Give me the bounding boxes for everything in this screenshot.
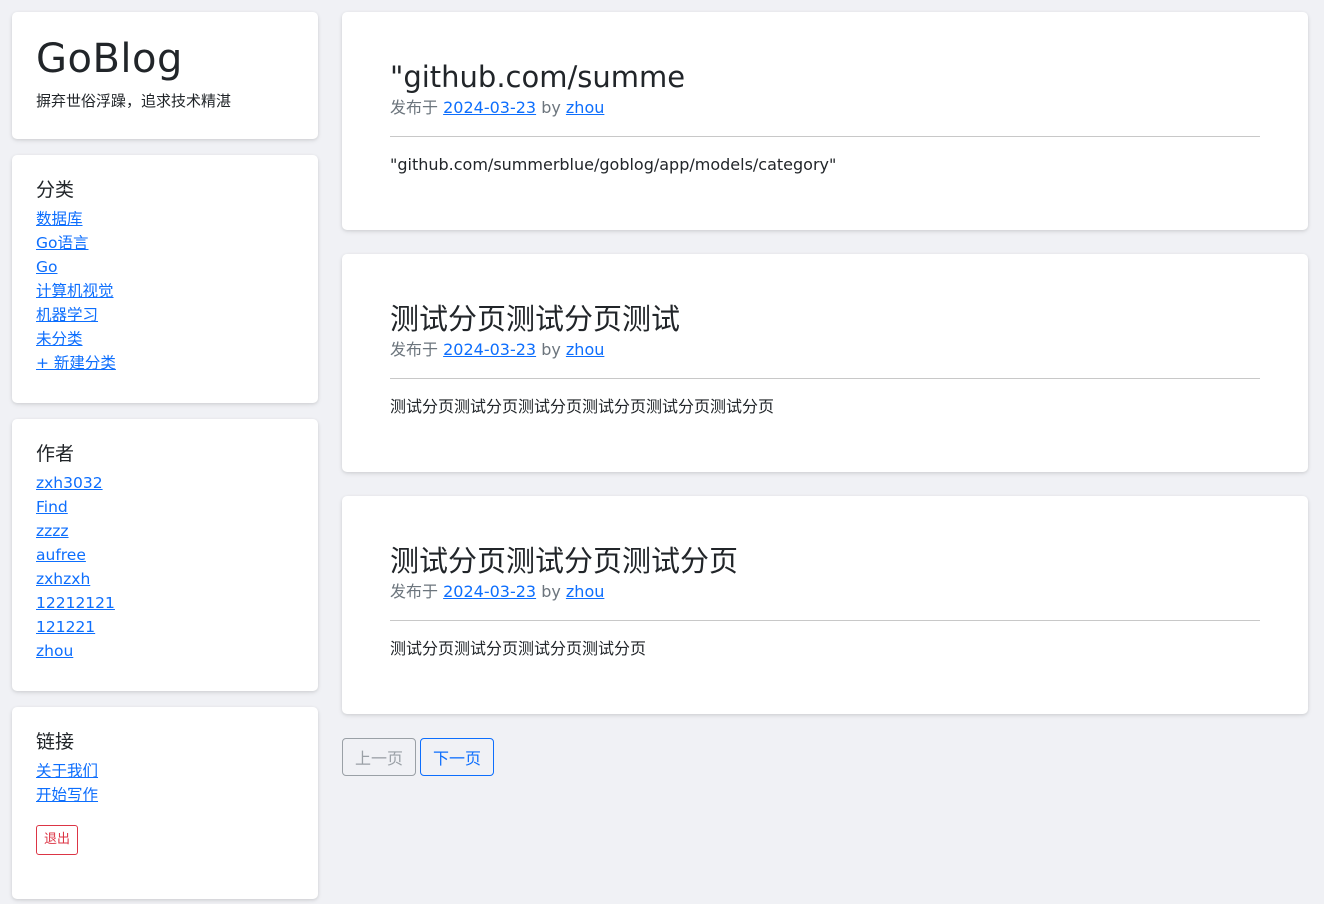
next-page-button[interactable]: 下一页 — [420, 738, 494, 776]
category-link[interactable]: 计算机视觉 — [36, 282, 114, 300]
post-meta: 发布于 2024-03-23 by zhou — [390, 338, 1260, 362]
post-meta: 发布于 2024-03-23 by zhou — [390, 96, 1260, 120]
author-link[interactable]: 12212121 — [36, 594, 115, 612]
post-excerpt: "github.com/summerblue/goblog/app/models… — [390, 155, 837, 174]
post-card: "github.com/summe 发布于 2024-03-23 by zhou… — [342, 12, 1308, 230]
logout-button[interactable]: 退出 — [36, 825, 79, 855]
category-link[interactable]: Go — [36, 258, 58, 276]
category-link[interactable]: Go语言 — [36, 234, 89, 252]
post-card: 测试分页测试分页测试分页 发布于 2024-03-23 by zhou 测试分页… — [342, 496, 1308, 714]
categories-title: 分类 — [36, 179, 75, 201]
site-tagline: 摒弃世俗浮躁，追求技术精湛 — [36, 92, 232, 110]
post-title[interactable]: 测试分页测试分页测试 — [390, 300, 1260, 338]
authors-list: zxh3032 Find zzzz aufree zxhzxh 12212121… — [36, 471, 294, 663]
post-meta: 发布于 2024-03-23 by zhou — [390, 580, 1260, 604]
post-date-link[interactable]: 2024-03-23 — [443, 582, 536, 601]
links-list: 关于我们 开始写作 — [36, 759, 294, 807]
post-excerpt: 测试分页测试分页测试分页测试分页 — [390, 639, 647, 658]
brand-card: GoBlog 摒弃世俗浮躁，追求技术精湛 — [12, 12, 318, 139]
post-author-link[interactable]: zhou — [566, 582, 604, 601]
post-divider — [390, 378, 1260, 379]
about-link[interactable]: 关于我们 — [36, 762, 98, 780]
post-meta-by: by — [541, 340, 561, 359]
authors-title: 作者 — [36, 443, 75, 465]
categories-list: 数据库 Go语言 Go 计算机视觉 机器学习 未分类 + 新建分类 — [36, 207, 294, 375]
sidebar: GoBlog 摒弃世俗浮躁，追求技术精湛 分类 数据库 Go语言 Go 计算机视… — [12, 12, 318, 899]
post-excerpt: 测试分页测试分页测试分页测试分页测试分页测试分页 — [390, 397, 775, 416]
write-link[interactable]: 开始写作 — [36, 786, 98, 804]
post-meta-prefix: 发布于 — [390, 340, 439, 359]
links-title: 链接 — [36, 731, 75, 753]
post-meta-by: by — [541, 98, 561, 117]
post-list: "github.com/summe 发布于 2024-03-23 by zhou… — [342, 12, 1308, 776]
author-link[interactable]: zzzz — [36, 522, 69, 540]
post-title[interactable]: "github.com/summe — [390, 58, 1260, 96]
category-link[interactable]: 未分类 — [36, 330, 83, 348]
author-link[interactable]: zxh3032 — [36, 474, 103, 492]
author-link[interactable]: 121221 — [36, 618, 95, 636]
author-link[interactable]: zhou — [36, 642, 73, 660]
author-link[interactable]: zxhzxh — [36, 570, 90, 588]
categories-card: 分类 数据库 Go语言 Go 计算机视觉 机器学习 未分类 + 新建分类 — [12, 155, 318, 403]
category-link[interactable]: 机器学习 — [36, 306, 98, 324]
post-divider — [390, 620, 1260, 621]
site-title[interactable]: GoBlog — [36, 36, 294, 82]
post-date-link[interactable]: 2024-03-23 — [443, 340, 536, 359]
author-link[interactable]: aufree — [36, 546, 86, 564]
author-link[interactable]: Find — [36, 498, 68, 516]
post-title[interactable]: 测试分页测试分页测试分页 — [390, 542, 1260, 580]
authors-card: 作者 zxh3032 Find zzzz aufree zxhzxh 12212… — [12, 419, 318, 691]
post-divider — [390, 136, 1260, 137]
post-card: 测试分页测试分页测试 发布于 2024-03-23 by zhou 测试分页测试… — [342, 254, 1308, 472]
post-meta-prefix: 发布于 — [390, 98, 439, 117]
category-link[interactable]: 数据库 — [36, 210, 83, 228]
post-author-link[interactable]: zhou — [566, 98, 604, 117]
pagination: 上一页 下一页 — [342, 738, 1308, 776]
post-meta-by: by — [541, 582, 561, 601]
new-category-link[interactable]: + 新建分类 — [36, 354, 116, 372]
post-author-link[interactable]: zhou — [566, 340, 604, 359]
post-date-link[interactable]: 2024-03-23 — [443, 98, 536, 117]
post-meta-prefix: 发布于 — [390, 582, 439, 601]
prev-page-button[interactable]: 上一页 — [342, 738, 416, 776]
links-card: 链接 关于我们 开始写作 退出 — [12, 707, 318, 899]
